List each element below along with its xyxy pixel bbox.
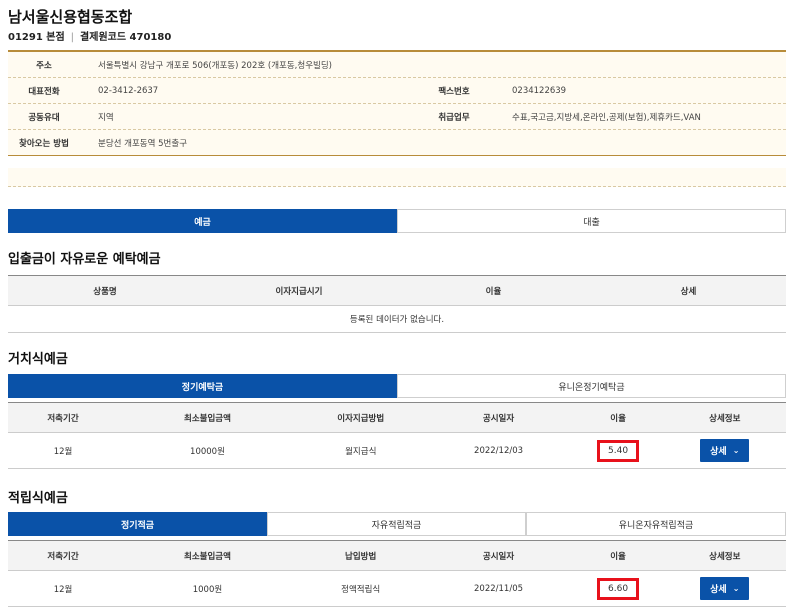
section-title-demand-deposit: 입출금이 자유로운 예탁예금: [8, 252, 161, 267]
tab-free-savings[interactable]: 자유적립적금: [267, 512, 526, 536]
tab-deposit[interactable]: 예금: [8, 209, 397, 233]
cell-detail: 상세 ⌄: [663, 432, 786, 469]
chevron-down-icon: ⌄: [732, 584, 740, 593]
table-header-row: 저축기간 최소불입금액 납입방법 공시일자 이율 상세정보: [8, 540, 786, 571]
col-rate: 이율: [572, 402, 664, 433]
directions-value: 분당선 개포동역 5번출구: [98, 138, 188, 149]
col-detail-info: 상세정보: [663, 540, 786, 571]
installment-tabs: 정기적금 자유적립적금 유니온자유적립적금: [8, 512, 786, 536]
table-header-row: 상품명 이자지급시기 이율 상세: [8, 275, 786, 306]
branch-code: 01291 본점: [8, 32, 65, 43]
col-interest-timing: 이자지급시기: [202, 275, 396, 306]
fax-value: 0234122639: [512, 85, 567, 96]
cell-rate: 5.40: [572, 432, 664, 469]
cell-method: 월지급식: [296, 432, 425, 469]
rate-value: 6.60: [597, 577, 640, 600]
table-row: 12월 1000원 정액적립식 2022/11/05 6.60 상세 ⌄: [8, 570, 786, 607]
demand-deposit-table: 상품명 이자지급시기 이율 상세 등록된 데이터가 없습니다.: [8, 275, 786, 333]
cell-method: 정액적립식: [296, 570, 425, 607]
info-row-phone: 대표전화 02-3412-2637 팩스번호 0234122639: [8, 78, 786, 104]
table-row: 12월 10000원 월지급식 2022/12/03 5.40 상세 ⌄: [8, 432, 786, 469]
col-min-amount: 최소불입금액: [118, 540, 297, 571]
tab-loan[interactable]: 대출: [397, 209, 786, 233]
info-row-directions: 찾아오는 방법 분당선 개포동역 5번출구: [8, 130, 786, 155]
cell-period: 12월: [8, 570, 119, 607]
chevron-down-icon: ⌄: [732, 446, 740, 455]
col-date: 공시일자: [424, 540, 573, 571]
fax-label: 팩스번호: [438, 86, 470, 97]
phone-label: 대표전화: [28, 86, 60, 97]
tab-regular-savings[interactable]: 정기적금: [8, 512, 267, 536]
col-payment-method: 납입방법: [296, 540, 425, 571]
rate-value: 5.40: [597, 439, 640, 462]
settlement-code: 결제원코드 470180: [80, 32, 172, 43]
table-header-row: 저축기간 최소불입금액 이자지급방법 공시일자 이율 상세정보: [8, 402, 786, 433]
installment-table: 저축기간 최소불입금액 납입방법 공시일자 이율 상세정보 12월 1000원 …: [8, 540, 786, 607]
cell-detail: 상세 ⌄: [663, 570, 786, 607]
address-value: 서울특별시 강남구 개포로 506(개포동) 202호 (개포동,청우빌딩): [98, 60, 332, 71]
col-detail-info: 상세정보: [663, 402, 786, 433]
col-min-amount: 최소불입금액: [118, 402, 297, 433]
meta-separator: |: [70, 32, 75, 43]
col-date: 공시일자: [424, 402, 573, 433]
table-row: 등록된 데이터가 없습니다.: [8, 305, 786, 333]
cell-date: 2022/12/03: [424, 432, 573, 469]
directions-label: 찾아오는 방법: [19, 138, 69, 149]
detail-button-label: 상세: [710, 585, 727, 595]
info-row-union: 공동유대 지역 취급업무 수표,국고금,지방세,온라인,공제(보험),제휴카드,…: [8, 104, 786, 130]
col-rate: 이율: [396, 275, 591, 306]
empty-message: 등록된 데이터가 없습니다.: [8, 305, 786, 333]
fixed-deposit-table: 저축기간 최소불입금액 이자지급방법 공시일자 이율 상세정보 12월 1000…: [8, 402, 786, 469]
tab-union-fixed-deposit[interactable]: 유니온정기예탁금: [397, 374, 786, 398]
branch-meta: 01291 본점 | 결제원코드 470180: [8, 28, 171, 43]
cell-rate: 6.60: [572, 570, 664, 607]
business-label: 취급업무: [438, 112, 470, 123]
cell-period: 12월: [8, 432, 119, 469]
cell-min-amount: 10000원: [118, 432, 297, 469]
col-interest-method: 이자지급방법: [296, 402, 425, 433]
tab-union-free-savings[interactable]: 유니온자유적립적금: [526, 512, 786, 536]
tab-fixed-deposit[interactable]: 정기예탁금: [8, 374, 397, 398]
section-title-fixed-deposit: 거치식예금: [8, 352, 68, 367]
col-product: 상품명: [8, 275, 202, 306]
info-spacer: [8, 168, 786, 187]
cell-date: 2022/11/05: [424, 570, 573, 607]
main-tabs: 예금 대출: [8, 209, 786, 233]
address-label: 주소: [36, 60, 52, 71]
page-title: 남서울신용협동조합: [8, 8, 133, 26]
col-period: 저축기간: [8, 540, 119, 571]
fixed-deposit-tabs: 정기예탁금 유니온정기예탁금: [8, 374, 786, 398]
section-title-installment-savings: 적립식예금: [8, 491, 68, 506]
detail-button-label: 상세: [710, 447, 727, 457]
union-value: 지역: [98, 112, 114, 123]
branch-info-table: 주소 서울특별시 강남구 개포로 506(개포동) 202호 (개포동,청우빌딩…: [8, 50, 786, 156]
detail-button[interactable]: 상세 ⌄: [700, 439, 750, 462]
col-rate: 이율: [572, 540, 664, 571]
business-value: 수표,국고금,지방세,온라인,공제(보험),제휴카드,VAN: [512, 112, 701, 123]
detail-button[interactable]: 상세 ⌄: [700, 577, 750, 600]
cell-min-amount: 1000원: [118, 570, 297, 607]
col-period: 저축기간: [8, 402, 119, 433]
phone-value: 02-3412-2637: [98, 85, 159, 96]
union-label: 공동유대: [28, 112, 60, 123]
info-row-address: 주소 서울특별시 강남구 개포로 506(개포동) 202호 (개포동,청우빌딩…: [8, 52, 786, 78]
col-detail: 상세: [590, 275, 786, 306]
